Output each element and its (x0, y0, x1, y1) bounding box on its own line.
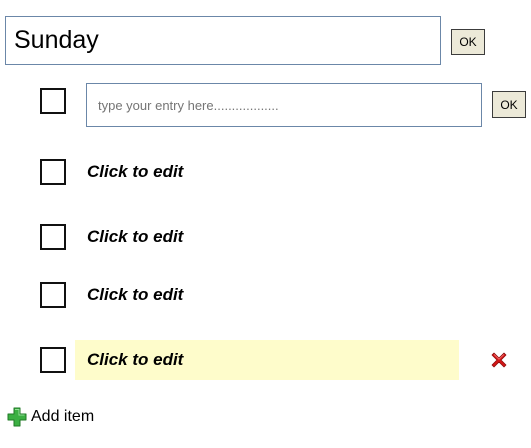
item-label: Click to edit (87, 350, 184, 369)
item-checkbox[interactable] (40, 282, 66, 308)
item-checkbox[interactable] (40, 347, 66, 373)
add-item-label: Add item (31, 408, 95, 425)
list-item[interactable]: Click to edit (75, 275, 459, 315)
delete-x-icon[interactable] (489, 350, 509, 370)
item-label: Click to edit (87, 285, 184, 304)
item-label: Click to edit (87, 227, 184, 246)
list-item-highlighted[interactable]: Click to edit (75, 340, 459, 380)
list-item[interactable]: Click to edit (75, 217, 459, 257)
entry-ok-button[interactable]: OK (492, 91, 526, 118)
list-title-input[interactable] (5, 16, 441, 65)
add-item-button[interactable]: Add item (6, 406, 94, 428)
title-ok-button[interactable]: OK (451, 29, 485, 55)
new-entry-input[interactable] (86, 83, 482, 127)
list-item[interactable]: Click to edit (75, 152, 459, 192)
item-label: Click to edit (87, 162, 184, 181)
item-checkbox[interactable] (40, 224, 66, 250)
item-checkbox[interactable] (40, 159, 66, 185)
plus-icon (7, 407, 27, 427)
new-entry-checkbox[interactable] (40, 88, 66, 114)
